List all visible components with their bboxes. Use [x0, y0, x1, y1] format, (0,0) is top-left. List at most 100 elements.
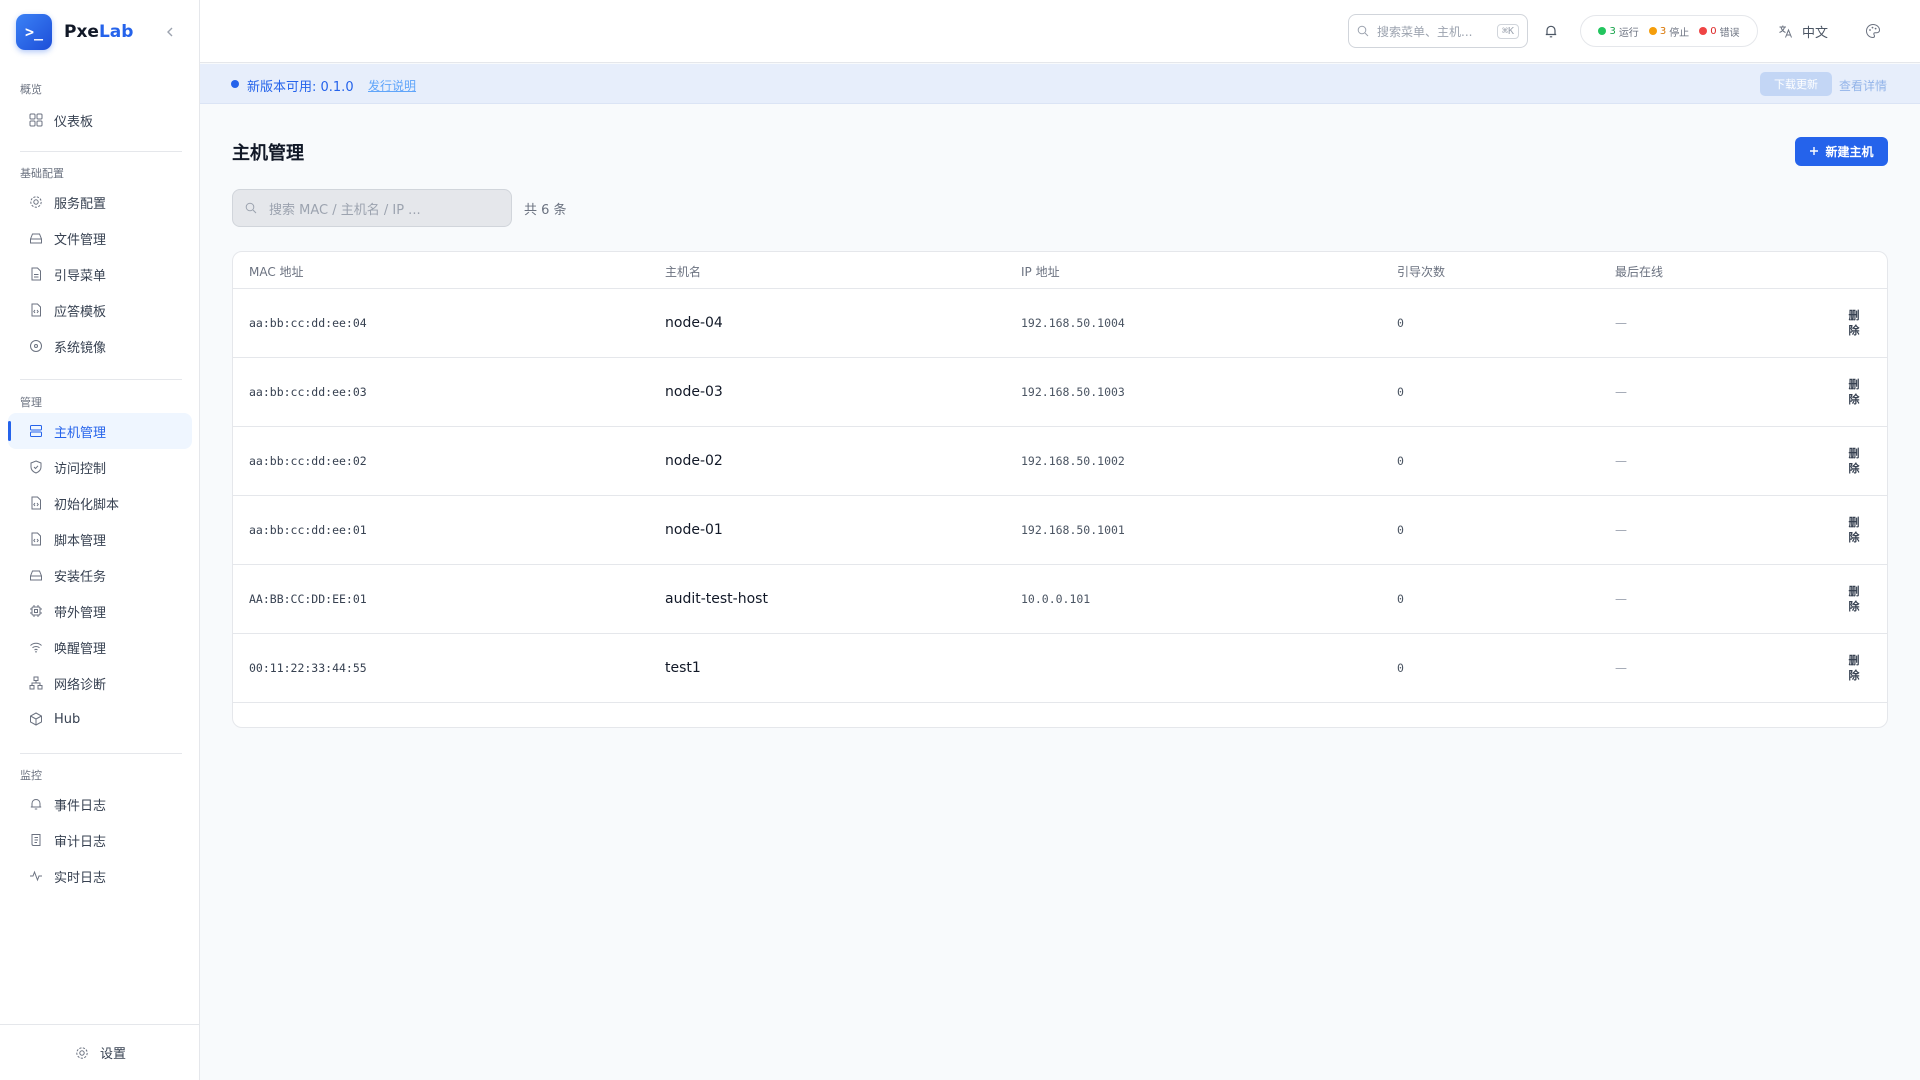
file-code-icon	[28, 531, 44, 547]
notifications-bell-icon[interactable]	[1542, 22, 1560, 40]
update-banner: 新版本可用: 0.1.0 发行说明 下载更新 查看详情	[200, 64, 1920, 104]
table-row[interactable]: aa:bb:cc:dd:ee:04 node-04 192.168.50.100…	[233, 289, 1887, 358]
cell-hostname[interactable]: node-01	[665, 496, 723, 564]
running-dot-icon	[1598, 27, 1607, 35]
host-search-input[interactable]: 搜索 MAC / 主机名 / IP ...	[232, 189, 512, 227]
sidebar-item-file-management[interactable]: 文件管理	[8, 220, 192, 256]
delete-button[interactable]: 删除	[1847, 446, 1861, 476]
delete-button[interactable]: 删除	[1847, 515, 1861, 545]
sidebar-item-label: 带外管理	[54, 605, 107, 621]
settings-button[interactable]: 设置	[0, 1024, 200, 1080]
divider	[20, 151, 182, 152]
error-dot-icon	[1699, 27, 1708, 35]
stopped-dot-icon	[1648, 27, 1657, 35]
cell-last-seen: —	[1615, 316, 1627, 330]
column-header-hostname[interactable]: 主机名	[665, 263, 701, 280]
table-header: MAC 地址 主机名 IP 地址 引导次数 最后在线	[233, 252, 1887, 289]
wifi-icon	[28, 639, 44, 655]
sidebar-item-install-tasks[interactable]: 安装任务	[8, 557, 192, 593]
sidebar-item-label: 服务配置	[54, 196, 107, 212]
sidebar-item-init-scripts[interactable]: 初始化脚本	[8, 485, 192, 521]
sidebar-item-system-images[interactable]: 系统镜像	[8, 328, 192, 364]
drive-icon	[28, 230, 44, 246]
new-host-button[interactable]: 新建主机	[1795, 137, 1888, 166]
cell-ip: 192.168.50.1004	[1021, 316, 1125, 330]
status-error: 0 错误	[1699, 24, 1740, 39]
disc-icon	[28, 338, 44, 354]
sidebar-item-service-config[interactable]: 服务配置	[8, 184, 192, 220]
delete-button[interactable]: 删除	[1847, 308, 1861, 338]
sidebar-item-label: 安装任务	[54, 569, 107, 585]
column-header-boot-count[interactable]: 引导次数	[1397, 263, 1445, 280]
service-status-summary[interactable]: 3 运行 3 停止 0 错误	[1580, 15, 1758, 47]
sidebar-item-label: 事件日志	[54, 798, 107, 814]
brand-name: PxeLab	[64, 22, 133, 42]
collapse-sidebar-chevron-left-icon[interactable]	[160, 22, 180, 42]
table-row[interactable]: 00:11:22:33:44:55 test1 0 — 删除	[233, 634, 1887, 703]
cell-hostname[interactable]: audit-test-host	[665, 565, 768, 633]
nav-group-management: 管理 主机管理 访问控制 初始化脚本 脚本管理 安装任务 带外管理 唤醒管理 网…	[0, 395, 200, 737]
cell-hostname[interactable]: node-03	[665, 358, 723, 426]
cell-mac: AA:BB:CC:DD:EE:01	[249, 592, 367, 606]
language-switcher[interactable]: 中文	[1778, 22, 1828, 41]
sidebar-item-hub[interactable]: Hub	[8, 701, 192, 737]
translate-icon	[1778, 24, 1794, 40]
sidebar-item-host-management[interactable]: 主机管理	[8, 413, 192, 449]
cell-boot-count: 0	[1397, 592, 1404, 606]
server-icon	[28, 423, 44, 439]
view-details-link[interactable]: 查看详情	[1839, 77, 1887, 94]
cell-last-seen: —	[1615, 661, 1627, 675]
sidebar-item-audit-log[interactable]: 审计日志	[8, 822, 192, 858]
cell-hostname[interactable]: test1	[665, 634, 701, 702]
theme-palette-icon[interactable]	[1864, 22, 1882, 40]
sidebar: >_ PxeLab 概览 仪表板 基础配置 服务配置 文件管理 引导菜单 应答模…	[0, 0, 200, 1080]
cell-boot-count: 0	[1397, 385, 1404, 399]
global-search-input[interactable]: 搜索菜单、主机... ⌘K	[1348, 14, 1528, 48]
sidebar-item-label: 审计日志	[54, 834, 107, 850]
table-row[interactable]: aa:bb:cc:dd:ee:03 node-03 192.168.50.100…	[233, 358, 1887, 427]
gear-icon	[74, 1045, 90, 1061]
table-row[interactable]: AA:BB:CC:DD:EE:01 audit-test-host 10.0.0…	[233, 565, 1887, 634]
sidebar-item-access-control[interactable]: 访问控制	[8, 449, 192, 485]
delete-button[interactable]: 删除	[1847, 584, 1861, 614]
file-code-icon	[28, 302, 44, 318]
plus-icon	[1809, 145, 1819, 159]
download-update-button[interactable]: 下载更新	[1760, 72, 1832, 96]
table-row[interactable]: aa:bb:cc:dd:ee:01 node-01 192.168.50.100…	[233, 496, 1887, 565]
sidebar-item-label: 实时日志	[54, 870, 107, 886]
sidebar-item-label: 主机管理	[54, 425, 107, 441]
sidebar-item-script-management[interactable]: 脚本管理	[8, 521, 192, 557]
column-header-ip[interactable]: IP 地址	[1021, 263, 1060, 280]
logo-terminal-icon: >_	[16, 14, 52, 50]
cell-hostname[interactable]: node-02	[665, 427, 723, 495]
release-notes-link[interactable]: 发行说明	[368, 77, 416, 94]
sidebar-item-realtime-log[interactable]: 实时日志	[8, 858, 192, 894]
table-row[interactable]: aa:bb:cc:dd:ee:02 node-02 192.168.50.100…	[233, 427, 1887, 496]
nav-group-title: 监控	[20, 769, 42, 782]
brand[interactable]: >_ PxeLab	[16, 14, 133, 50]
network-icon	[28, 675, 44, 691]
delete-button[interactable]: 删除	[1847, 377, 1861, 407]
error-count: 0	[1710, 25, 1717, 37]
running-count: 3	[1609, 25, 1616, 37]
sidebar-item-label: 初始化脚本	[54, 497, 120, 513]
sidebar-item-dashboard[interactable]: 仪表板	[8, 102, 192, 138]
column-header-last-seen[interactable]: 最后在线	[1615, 263, 1663, 280]
settings-label: 设置	[99, 1047, 126, 1062]
scroll-icon	[28, 832, 44, 848]
sidebar-item-wake-management[interactable]: 唤醒管理	[8, 629, 192, 665]
cell-ip: 192.168.50.1001	[1021, 523, 1125, 537]
column-header-mac[interactable]: MAC 地址	[249, 263, 304, 280]
delete-button[interactable]: 删除	[1847, 653, 1861, 683]
sidebar-item-event-log[interactable]: 事件日志	[8, 786, 192, 822]
sidebar-item-oob-management[interactable]: 带外管理	[8, 593, 192, 629]
host-search-placeholder: 搜索 MAC / 主机名 / IP ...	[269, 202, 421, 218]
cell-last-seen: —	[1615, 454, 1627, 468]
sidebar-item-boot-menu[interactable]: 引导菜单	[8, 256, 192, 292]
sidebar-item-answer-templates[interactable]: 应答模板	[8, 292, 192, 328]
status-stopped: 3 停止	[1648, 24, 1689, 39]
sidebar-item-network-diagnostics[interactable]: 网络诊断	[8, 665, 192, 701]
cell-hostname[interactable]: node-04	[665, 289, 723, 357]
search-placeholder: 搜索菜单、主机...	[1377, 24, 1473, 39]
language-label: 中文	[1802, 26, 1829, 41]
